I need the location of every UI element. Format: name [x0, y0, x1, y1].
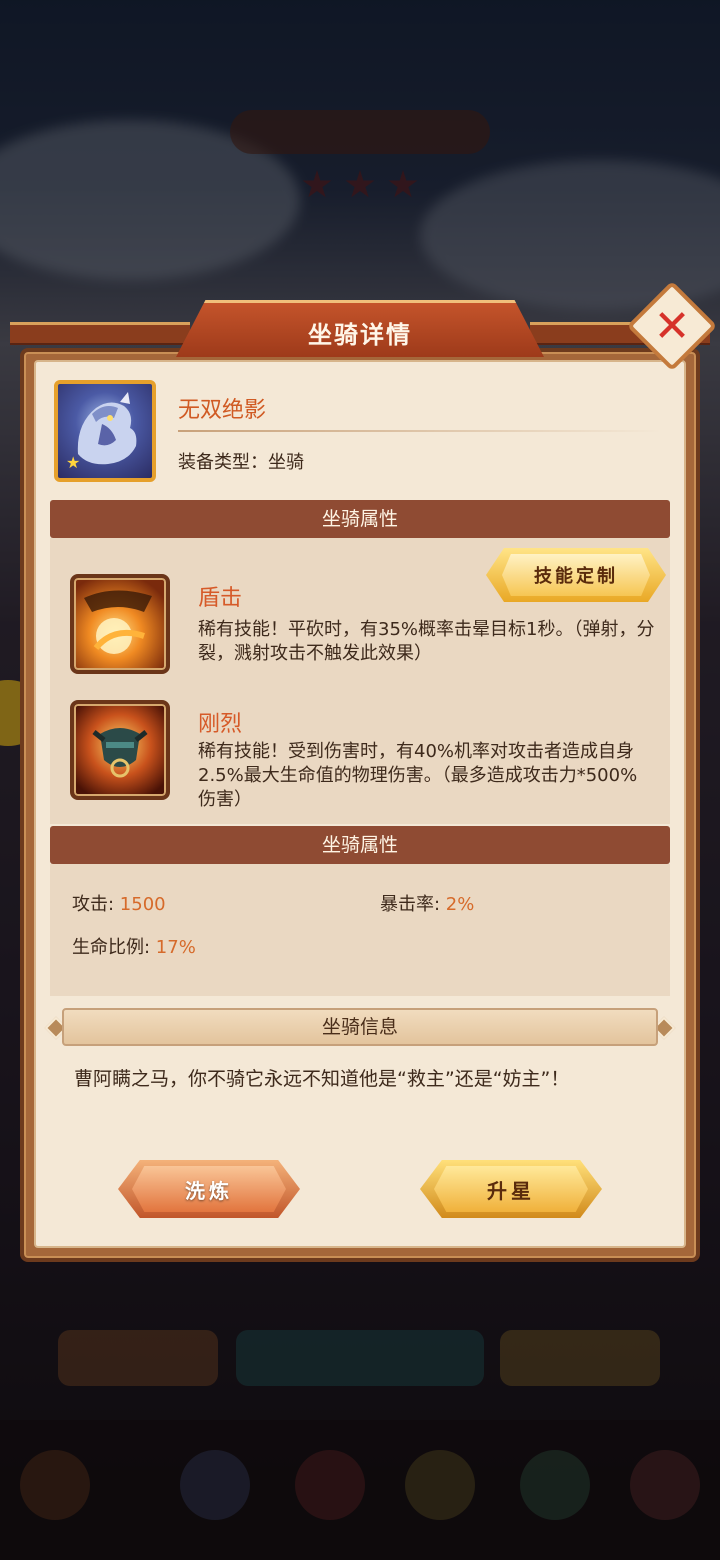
skill-name: 刚烈 — [198, 712, 243, 737]
bull-head-icon[interactable] — [70, 700, 170, 800]
stat-crit: 暴击率: 2% — [380, 890, 474, 916]
stat-attack: 攻击: 1500 — [72, 890, 166, 916]
bull-head-art — [92, 728, 148, 778]
close-icon[interactable]: ✕ — [640, 294, 704, 358]
star-up-button[interactable]: 升星 — [420, 1160, 602, 1218]
stat-attack-value: 1500 — [119, 894, 166, 915]
mount-name: 无双绝影 — [178, 398, 267, 423]
skill-customize-button[interactable]: 技能定制 — [486, 548, 666, 602]
skill-name: 盾击 — [198, 586, 243, 611]
star-rank-icon: ★ — [66, 453, 81, 472]
stats-section-header: 坐骑属性 — [50, 826, 670, 864]
stat-attack-label: 攻击: — [72, 894, 120, 915]
mount-lore-text: 曹阿瞒之马，你不骑它永远不知道他是“救主”还是“妨主”！ — [74, 1068, 570, 1090]
stat-hp-label: 生命比例: — [72, 937, 156, 958]
stat-hp-value: 17% — [155, 937, 196, 958]
star-up-button-label: 升星 — [434, 1166, 588, 1212]
shield-bash-art — [84, 590, 152, 654]
stat-crit-value: 2% — [445, 894, 475, 915]
refine-button-label: 洗炼 — [132, 1166, 286, 1212]
stats-section-background — [50, 864, 670, 996]
header-divider — [178, 430, 662, 432]
title-rail-left — [10, 322, 190, 345]
skill-customize-label: 技能定制 — [502, 554, 650, 596]
dialog-title: 坐骑详情 — [308, 321, 412, 349]
shield-bash-icon[interactable] — [70, 574, 170, 674]
skill-description: 稀有技能！受到伤害时，有40%机率对攻击者造成自身2.5%最大生命值的物理伤害。… — [198, 741, 638, 810]
equipment-type: 装备类型：坐骑 — [178, 452, 304, 473]
skill-description: 稀有技能！平砍时，有35%概率击晕目标1秒。（弹射，分裂，溅射攻击不触发此效果） — [198, 619, 655, 664]
dialog-title-tab: 坐骑详情 — [176, 300, 544, 357]
refine-button[interactable]: 洗炼 — [118, 1160, 300, 1218]
mount-portrait: ★ — [54, 380, 156, 482]
info-section-header: 坐骑信息 — [62, 1008, 658, 1046]
stat-crit-label: 暴击率: — [380, 894, 446, 915]
stat-hp-ratio: 生命比例: 17% — [72, 933, 196, 959]
skills-section-header: 坐骑属性 — [50, 500, 670, 538]
